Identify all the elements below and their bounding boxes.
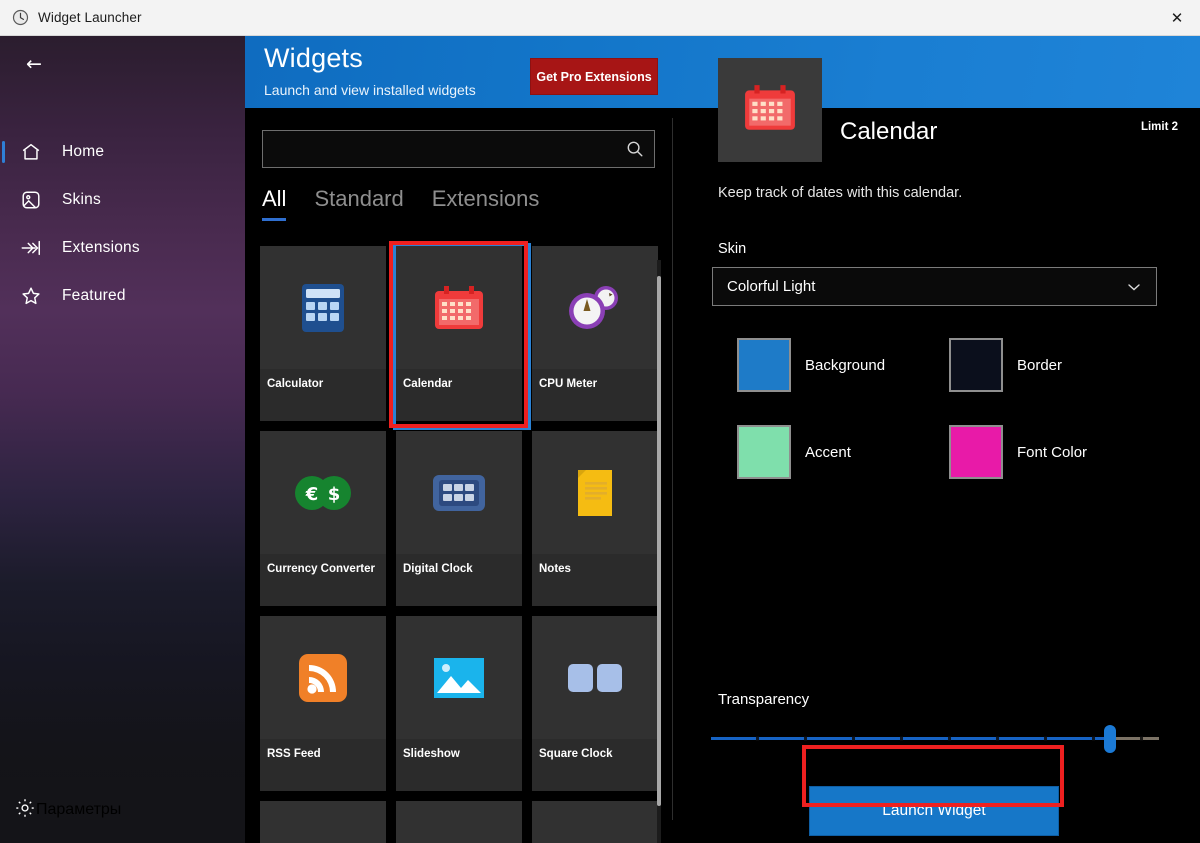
home-icon xyxy=(14,135,48,169)
get-pro-extensions-button[interactable]: Get Pro Extensions xyxy=(530,58,658,95)
widget-card-digital-clock[interactable]: Digital Clock xyxy=(396,431,522,606)
widget-card-label: Calendar xyxy=(396,369,522,421)
sidebar-item-label: Параметры xyxy=(36,801,122,818)
widget-card-label: RSS Feed xyxy=(260,739,386,791)
widget-detail-panel: Calendar Limit 2 Keep track of dates wit… xyxy=(673,36,1200,843)
skin-dropdown[interactable]: Colorful Light xyxy=(712,267,1157,306)
sidebar-item-featured[interactable]: Featured xyxy=(0,272,245,320)
widget-list-column: All Standard Extensions Calculator Calen… xyxy=(245,108,672,843)
limit-badge: Limit 2 xyxy=(1140,121,1178,133)
color-swatch-accent[interactable]: Accent xyxy=(737,425,949,479)
search-input[interactable] xyxy=(263,131,618,167)
search-icon[interactable] xyxy=(625,139,645,159)
swatch-label: Font Color xyxy=(1017,443,1088,461)
widget-list-scrollbar[interactable] xyxy=(657,260,661,843)
widget-card-label: Notes xyxy=(532,554,658,606)
swatch-color-box[interactable] xyxy=(737,338,791,392)
swatch-color-box[interactable] xyxy=(949,338,1003,392)
filter-tabs: All Standard Extensions xyxy=(262,186,539,221)
tab-extensions[interactable]: Extensions xyxy=(432,186,540,221)
color-swatches: Background Border Accent Font Color xyxy=(737,338,1167,479)
sidebar: ← Home Skins Extensions Featured Парамет… xyxy=(0,36,245,843)
widget-card-rss-feed[interactable]: RSS Feed xyxy=(260,616,386,791)
clock-icon xyxy=(12,9,29,26)
search-box[interactable] xyxy=(262,130,655,168)
sidebar-item-label: Home xyxy=(62,143,105,160)
widget-card-label: Digital Clock xyxy=(396,554,522,606)
calendar-icon xyxy=(743,82,797,139)
close-button[interactable]: ✕ xyxy=(1154,0,1200,35)
widget-card-currency-converter[interactable]: € $ Currency Converter xyxy=(260,431,386,606)
image-icon xyxy=(14,183,48,217)
swatch-label: Accent xyxy=(805,443,851,461)
tab-standard[interactable]: Standard xyxy=(314,186,403,221)
swatch-color-box[interactable] xyxy=(737,425,791,479)
slider-ticks xyxy=(711,736,1159,741)
detail-description: Keep track of dates with this calendar. xyxy=(718,185,963,201)
slideshow-icon xyxy=(396,616,522,739)
detail-widget-thumbnail xyxy=(718,58,822,162)
back-arrow-icon: ← xyxy=(26,53,42,75)
tab-all[interactable]: All xyxy=(262,186,287,221)
widget-card-square-clock[interactable]: Square Clock xyxy=(532,616,658,791)
sidebar-item-extensions[interactable]: Extensions xyxy=(0,224,245,272)
swatch-label: Border xyxy=(1017,356,1063,374)
widget-card-label: Currency Converter xyxy=(260,554,386,606)
digital-clock-icon xyxy=(396,431,522,554)
scrollbar-thumb[interactable] xyxy=(657,276,661,806)
sidebar-item-home[interactable]: Home xyxy=(0,128,245,176)
currency-converter-icon: € $ xyxy=(260,431,386,554)
title-bar: Widget Launcher ✕ xyxy=(0,0,1200,36)
window-title: Widget Launcher xyxy=(38,10,142,25)
widget-card-label: Square Clock xyxy=(532,739,658,791)
widget-card-label: Calculator xyxy=(260,369,386,421)
gear-icon xyxy=(14,797,36,824)
skin-selected-value: Colorful Light xyxy=(727,278,816,295)
page-title: Widgets xyxy=(264,43,363,73)
notes-icon xyxy=(532,431,658,554)
color-swatch-font-color[interactable]: Font Color xyxy=(949,425,1161,479)
widget-card-label: Slideshow xyxy=(396,739,522,791)
widget-card-placeholder[interactable] xyxy=(396,801,522,843)
star-icon xyxy=(14,279,48,313)
close-icon: ✕ xyxy=(1170,8,1184,27)
sidebar-item-settings[interactable]: Параметры xyxy=(0,777,245,843)
skin-label: Skin xyxy=(718,241,747,257)
transparency-label: Transparency xyxy=(718,691,810,708)
detail-title: Calendar xyxy=(840,118,938,145)
cpu-meter-icon xyxy=(532,246,658,369)
arrow-to-line-icon xyxy=(14,231,48,265)
page-subtitle: Launch and view installed widgets xyxy=(264,82,476,98)
slider-thumb[interactable] xyxy=(1103,725,1116,753)
rss-feed-icon xyxy=(260,616,386,739)
calculator-icon xyxy=(260,246,386,369)
widget-grid: Calculator Calendar CPU Meter € $ Curren… xyxy=(260,243,660,843)
sidebar-nav: Home Skins Extensions Featured xyxy=(0,128,245,320)
sidebar-item-label: Skins xyxy=(62,191,101,208)
color-swatch-background[interactable]: Background xyxy=(737,338,949,392)
launch-widget-button[interactable]: Launch Widget xyxy=(809,786,1059,836)
swatch-label: Background xyxy=(805,356,886,374)
square-clock-icon xyxy=(532,616,658,739)
widget-card-slideshow[interactable]: Slideshow xyxy=(396,616,522,791)
transparency-slider[interactable] xyxy=(711,725,1159,753)
sidebar-item-label: Extensions xyxy=(62,239,140,256)
back-button[interactable]: ← xyxy=(0,36,245,92)
widget-card-cpu-meter[interactable]: CPU Meter xyxy=(532,246,658,421)
widget-launcher-window: Widget Launcher ✕ ← Home Skins Extension… xyxy=(0,0,1200,843)
sidebar-item-skins[interactable]: Skins xyxy=(0,176,245,224)
svg-text:€: € xyxy=(305,484,319,505)
widget-card-placeholder[interactable] xyxy=(260,801,386,843)
swatch-color-box[interactable] xyxy=(949,425,1003,479)
chevron-down-icon xyxy=(1126,279,1142,295)
widget-card-calculator[interactable]: Calculator xyxy=(260,246,386,421)
widget-card-placeholder[interactable] xyxy=(532,801,658,843)
calendar-icon xyxy=(396,246,522,369)
sidebar-item-label: Featured xyxy=(62,287,126,304)
widget-card-label: CPU Meter xyxy=(532,369,658,421)
color-swatch-border[interactable]: Border xyxy=(949,338,1161,392)
widget-card-notes[interactable]: Notes xyxy=(532,431,658,606)
svg-text:$: $ xyxy=(328,484,341,505)
widget-card-calendar[interactable]: Calendar xyxy=(393,243,531,430)
